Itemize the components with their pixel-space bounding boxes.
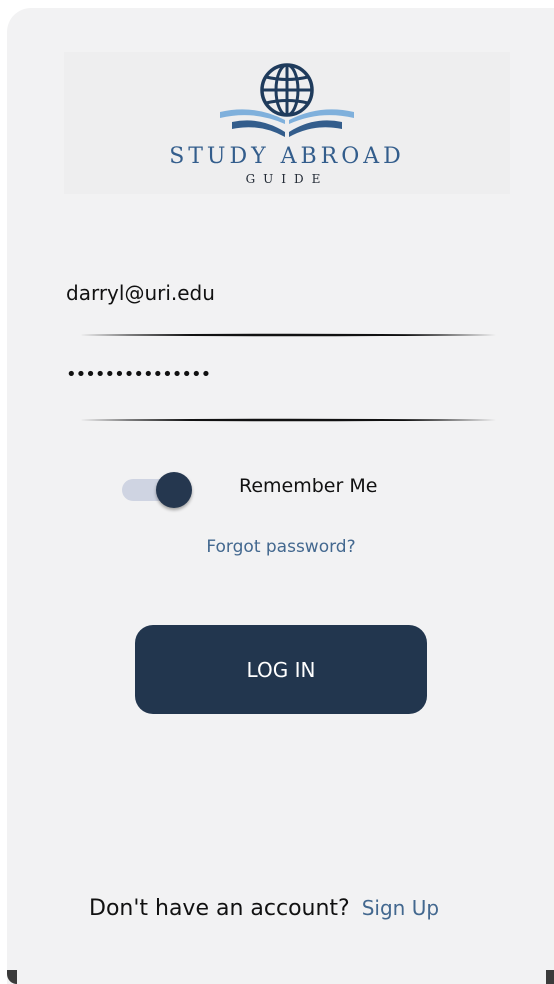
remember-me-toggle[interactable] [122,472,194,508]
toggle-knob [156,472,192,508]
logo-subtitle: GUIDE [245,172,329,186]
frame-corner-bottom-right [546,970,554,984]
signup-row: Don't have an account? Sign Up [89,896,439,928]
login-screen: STUDY ABROAD GUIDE darryl@uri.edu ••••••… [0,0,554,984]
password-field[interactable]: ••••••••••••••• [66,364,211,385]
signup-link[interactable]: Sign Up [362,896,439,920]
password-field-underline [80,418,496,422]
logo-title: STUDY ABROAD [169,144,405,169]
login-button[interactable]: LOG IN [135,625,427,714]
globe-with-book-icon [220,63,354,137]
email-field-underline [80,333,496,337]
forgot-password-link[interactable]: Forgot password? [0,537,554,557]
signup-prompt: Don't have an account? [89,896,350,921]
app-logo: STUDY ABROAD GUIDE [64,52,510,194]
email-field[interactable]: darryl@uri.edu [66,281,215,305]
remember-me-label: Remember Me [239,475,378,497]
